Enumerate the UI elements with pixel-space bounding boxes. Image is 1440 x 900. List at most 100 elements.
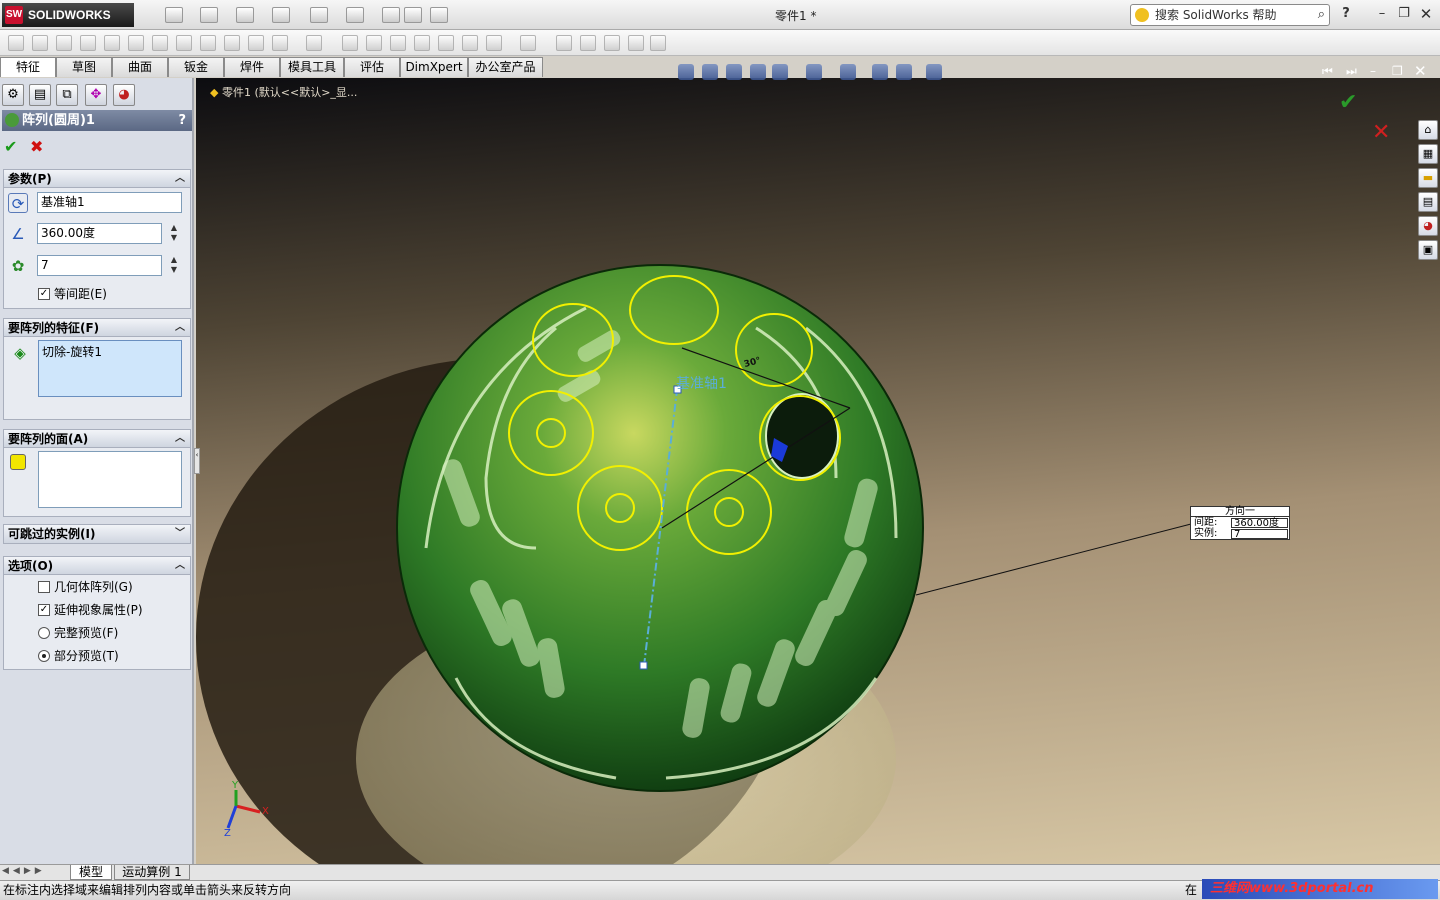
configuration-manager-tab-icon[interactable]: ⧉: [56, 84, 78, 106]
rib-icon[interactable]: [342, 35, 358, 51]
previous-view-icon[interactable]: [726, 64, 742, 80]
edit-appearance-icon[interactable]: [872, 64, 888, 80]
linear-pattern-icon[interactable]: [306, 35, 322, 51]
instances-field[interactable]: 7: [37, 255, 162, 276]
wrap-icon[interactable]: [414, 35, 430, 51]
hide-show-items-icon[interactable]: [840, 64, 856, 80]
magnifier-icon[interactable]: ⌕: [1318, 5, 1325, 25]
collapse-chevron-icon[interactable]: ︿: [175, 430, 185, 448]
solidworks-logo[interactable]: SW SOLIDWORKS: [2, 3, 134, 27]
tab-surfaces[interactable]: 曲面: [112, 57, 168, 77]
fillet-icon[interactable]: [248, 35, 264, 51]
tab-features[interactable]: 特征: [0, 57, 56, 77]
help-search-input[interactable]: 搜索 SolidWorks 帮助 ⌕: [1130, 4, 1330, 26]
model-view[interactable]: [196, 78, 1440, 864]
tab-weldments[interactable]: 焊件: [224, 57, 280, 77]
expand-chevron-icon[interactable]: ﹀: [175, 525, 185, 543]
freeform-icon[interactable]: [650, 35, 666, 51]
section-view-icon[interactable]: [750, 64, 766, 80]
help-button[interactable]: ?: [1338, 6, 1354, 22]
pattern-axis-icon[interactable]: ⟳: [8, 193, 28, 213]
rebuild-icon[interactable]: [382, 7, 400, 23]
instances-spinner[interactable]: ▲ ▼: [168, 255, 180, 276]
save-icon[interactable]: [236, 7, 254, 23]
file-explorer-icon[interactable]: ▬: [1418, 168, 1438, 188]
split-icon[interactable]: [580, 35, 596, 51]
tab-office-products[interactable]: 办公室产品: [468, 57, 543, 77]
reference-geometry-icon[interactable]: [486, 35, 502, 51]
new-document-icon[interactable]: [165, 7, 183, 23]
swept-cut-icon[interactable]: [176, 35, 192, 51]
zoom-to-fit-icon[interactable]: [678, 64, 694, 80]
options-group-header[interactable]: 选项(O) ︿: [4, 557, 190, 575]
view-orientation-icon[interactable]: [772, 64, 788, 80]
viewport-minimize-icon[interactable]: –: [1370, 64, 1376, 78]
curves-icon[interactable]: [520, 35, 536, 51]
axis-label[interactable]: 基准轴1: [676, 373, 727, 393]
tab-sketch[interactable]: 草图: [56, 57, 112, 77]
options-icon[interactable]: [430, 7, 448, 23]
dimxpert-manager-tab-icon[interactable]: ✥: [85, 84, 107, 106]
property-manager-help-button[interactable]: ?: [178, 110, 186, 131]
tab-sheet-metal[interactable]: 钣金: [168, 57, 224, 77]
revolve-cut-icon[interactable]: [152, 35, 168, 51]
spacing-value-field[interactable]: 360.00度: [1231, 518, 1288, 529]
parameters-group-header[interactable]: 参数(P) ︿: [4, 170, 190, 188]
tab-scroll-arrows-icon[interactable]: ◀◀▶▶: [2, 866, 46, 876]
partial-preview-radio[interactable]: [38, 650, 50, 662]
undo-icon[interactable]: [310, 7, 328, 23]
angle-field[interactable]: 360.00度: [37, 223, 162, 244]
faces-list[interactable]: [38, 451, 182, 508]
pattern-axis-field[interactable]: 基准轴1: [37, 192, 182, 213]
view-settings-icon[interactable]: [926, 64, 942, 80]
draft-icon[interactable]: [366, 35, 382, 51]
skip-instances-group-header[interactable]: 可跳过的实例(I) ﹀: [4, 525, 190, 543]
feature-tree-flyout[interactable]: ◆ 零件1 (默认<<默认>_显...: [210, 84, 357, 100]
faces-group-header[interactable]: 要阵列的面(A) ︿: [4, 430, 190, 448]
intersect-icon[interactable]: [604, 35, 620, 51]
custom-properties-icon[interactable]: ▣: [1418, 240, 1438, 260]
viewport-prev-icon[interactable]: ⏮: [1322, 64, 1333, 79]
boundary-cut-icon[interactable]: [224, 35, 240, 51]
tab-dimxpert[interactable]: DimXpert: [400, 57, 468, 77]
graphics-viewport[interactable]: ◆ 零件1 (默认<<默认>_显... 基准轴1 30° X Y Z ✔ ✕: [196, 78, 1440, 864]
loft-icon[interactable]: [80, 35, 96, 51]
equal-spacing-checkbox[interactable]: ✓: [38, 288, 50, 300]
collapse-chevron-icon[interactable]: ︿: [175, 170, 185, 188]
shell-icon[interactable]: [390, 35, 406, 51]
close-icon[interactable]: ✕: [1418, 6, 1434, 22]
instances-value-field[interactable]: 7: [1231, 529, 1288, 540]
geometry-pattern-checkbox[interactable]: [38, 581, 50, 593]
direction-callout[interactable]: 方向一 间距: 360.00度 实例: 7: [1190, 506, 1290, 540]
viewport-restore-icon[interactable]: ❐: [1392, 64, 1403, 78]
feature-manager-tab-icon[interactable]: ⚙: [2, 84, 24, 106]
list-item[interactable]: 切除-旋转1: [42, 343, 178, 360]
chamfer-icon[interactable]: [272, 35, 288, 51]
lofted-cut-icon[interactable]: [200, 35, 216, 51]
select-icon[interactable]: [346, 7, 364, 23]
appearances-icon[interactable]: ◕: [1418, 216, 1438, 236]
propagate-visual-checkbox[interactable]: ✓: [38, 604, 50, 616]
collapse-chevron-icon[interactable]: ︿: [175, 319, 185, 337]
print-icon[interactable]: [272, 7, 290, 23]
solidworks-resources-icon[interactable]: ⌂: [1418, 120, 1438, 140]
tab-evaluate[interactable]: 评估: [344, 57, 400, 77]
open-icon[interactable]: [200, 7, 218, 23]
sphere-body[interactable]: [396, 264, 924, 792]
design-library-icon[interactable]: ▦: [1418, 144, 1438, 164]
sweep-icon[interactable]: [56, 35, 72, 51]
minimize-icon[interactable]: –: [1374, 6, 1390, 22]
angle-spinner[interactable]: ▲ ▼: [168, 223, 180, 244]
instant3d-icon[interactable]: [556, 35, 572, 51]
extrude-cut-icon[interactable]: [128, 35, 144, 51]
restore-icon[interactable]: ❐: [1396, 6, 1412, 22]
boundary-icon[interactable]: [104, 35, 120, 51]
collapse-chevron-icon[interactable]: ︿: [175, 557, 185, 575]
cancel-button[interactable]: ✖: [30, 138, 43, 156]
ok-button[interactable]: ✔: [4, 138, 17, 156]
confirm-corner-ok-icon[interactable]: ✔: [1339, 90, 1357, 115]
file-properties-icon[interactable]: [404, 7, 422, 23]
hole-wizard-icon[interactable]: [628, 35, 644, 51]
mirror-icon[interactable]: [462, 35, 478, 51]
viewport-close-icon[interactable]: ✕: [1414, 62, 1427, 80]
